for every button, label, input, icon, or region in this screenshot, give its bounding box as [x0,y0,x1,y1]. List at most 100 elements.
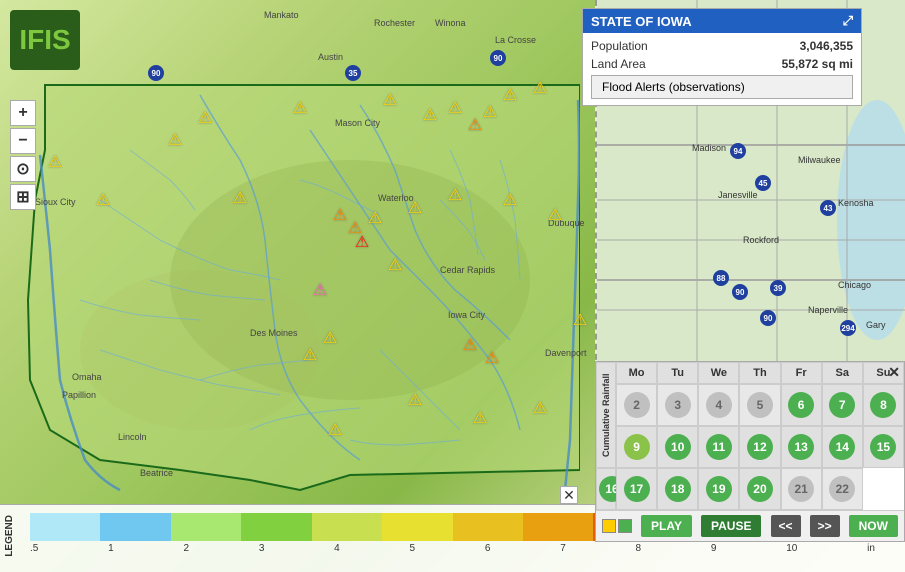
warning-marker[interactable]: ⚠ [313,280,327,300]
cal-cell-6[interactable]: 6 [781,384,822,426]
warning-marker[interactable]: ⚠ [548,205,562,225]
warning-marker[interactable]: ⚠ [503,190,517,210]
pause-button[interactable]: PAUSE [701,515,761,537]
ifis-logo[interactable]: IFIS [10,10,80,70]
cal-cell-3[interactable]: 3 [657,384,698,426]
warning-marker[interactable]: ⚠ [408,390,422,410]
zoom-in-button[interactable]: + [10,100,36,126]
warning-marker[interactable]: ⚠ [168,130,182,150]
cal-cell-22[interactable]: 22 [822,468,863,510]
cal-cell-12[interactable]: 12 [739,426,780,468]
day-header-mo: Mo [616,362,657,384]
tick-6: 6 [485,543,491,554]
legend-seg-1 [30,513,100,541]
state-panel: STATE OF IOWA ⤢ Population 3,046,355 Lan… [582,8,862,106]
location-button[interactable]: ⊙ [10,156,36,182]
warning-marker[interactable]: ⚠ [503,85,517,105]
warning-marker[interactable]: ⚠ [333,205,347,225]
warning-marker[interactable]: ⚠ [483,102,497,122]
cal-cell-21[interactable]: 21 [781,468,822,510]
warning-marker[interactable]: ⚠ [448,185,462,205]
calendar-controls: PLAY PAUSE << >> NOW [596,510,904,541]
flood-alerts-button[interactable]: Flood Alerts (observations) [591,75,853,99]
cal-cell-11[interactable]: 11 [698,426,739,468]
warning-marker[interactable]: ⚠ [293,98,307,118]
cal-cell-16[interactable]: 16 [596,468,616,510]
layers-button[interactable]: ⊞ [10,184,36,210]
city-label-iowa-city: Iowa City [448,310,485,320]
warning-marker[interactable]: ⚠ [383,90,397,110]
calendar-close-button[interactable]: ✕ [888,364,900,381]
road-94: 94 [730,143,746,159]
ext-city-janesville: Janesville [718,190,758,200]
warning-marker[interactable]: ⚠ [473,408,487,428]
cal-cell-18[interactable]: 18 [657,468,698,510]
city-label-lacrosse: La Crosse [495,35,536,45]
ext-city-milwaukee: Milwaukee [798,155,841,165]
warning-marker[interactable]: ⚠ [233,188,247,208]
cal-cell-17[interactable]: 17 [616,468,657,510]
ext-city-naperville: Naperville [808,305,848,315]
city-label-sioux-city: Sioux City [35,197,76,207]
cal-cell-8[interactable]: 8 [863,384,904,426]
warning-marker[interactable]: ⚠ [96,190,110,210]
cal-cell-5[interactable]: 5 [739,384,780,426]
ext-city-rockford: Rockford [743,235,779,245]
warning-marker[interactable]: ⚠ [408,198,422,218]
city-label-davenport: Davenport [545,348,587,358]
ext-city-gary: Gary [866,320,886,330]
cal-cell-15[interactable]: 15 [863,426,904,468]
cal-cell-13[interactable]: 13 [781,426,822,468]
legend-ticks: .5 1 2 3 4 5 6 7 8 9 10 in [30,543,875,554]
legend-seg-6 [382,513,452,541]
warning-marker[interactable]: ⚠ [388,255,402,275]
zoom-out-button[interactable]: − [10,128,36,154]
expand-button[interactable]: ⤢ [843,13,853,29]
warning-marker[interactable]: ⚠ [368,208,382,228]
legend-seg-3 [171,513,241,541]
day-header-th: Th [739,362,780,384]
city-label-des-moines: Des Moines [250,328,298,338]
tick-1: 1 [108,543,114,554]
cal-cell-2[interactable]: 2 [616,384,657,426]
legend-close-button[interactable]: ✕ [560,486,578,504]
calendar-panel: ✕ Cumulative Rainfall Mo Tu We Th Fr Sa … [595,361,905,542]
warning-marker[interactable]: ⚠ [303,345,317,365]
land-area-row: Land Area 55,872 sq mi [591,57,853,71]
city-label-rochester: Rochester [374,18,415,28]
warning-marker[interactable]: ⚠ [573,310,587,330]
warning-marker[interactable]: ⚠ [463,335,477,355]
color-indicator-green [618,519,632,533]
color-indicator-yellow [602,519,616,533]
land-area-label: Land Area [591,57,646,71]
warning-marker[interactable]: ⚠ [533,78,547,98]
cal-cell-20[interactable]: 20 [739,468,780,510]
warning-marker[interactable]: ⚠ [328,420,342,440]
forward-button[interactable]: >> [810,515,840,537]
warning-marker[interactable]: ⚠ [468,115,482,135]
legend-seg-7 [453,513,523,541]
cal-cell-10[interactable]: 10 [657,426,698,468]
legend-seg-4 [241,513,311,541]
warning-marker[interactable]: ⚠ [485,348,499,368]
play-button[interactable]: PLAY [641,515,692,537]
now-button[interactable]: NOW [849,515,898,537]
warning-marker[interactable]: ⚠ [423,105,437,125]
city-label-beatrice: Beatrice [140,468,173,478]
day-header-fr: Fr [781,362,822,384]
warning-marker[interactable]: ⚠ [533,398,547,418]
cal-cell-9[interactable]: 9 [616,426,657,468]
warning-marker[interactable]: ⚠ [323,328,337,348]
tick-8: 8 [636,543,642,554]
map-controls: + − ⊙ ⊞ [10,100,36,210]
cal-cell-7[interactable]: 7 [822,384,863,426]
calendar-row-label: Cumulative Rainfall [596,362,616,468]
rewind-button[interactable]: << [771,515,801,537]
warning-marker[interactable]: ⚠ [48,152,62,172]
warning-marker[interactable]: ⚠ [448,98,462,118]
warning-marker[interactable]: ⚠ [198,108,212,128]
cal-cell-14[interactable]: 14 [822,426,863,468]
cal-cell-4[interactable]: 4 [698,384,739,426]
warning-marker[interactable]: ⚠ [355,232,369,252]
cal-cell-19[interactable]: 19 [698,468,739,510]
